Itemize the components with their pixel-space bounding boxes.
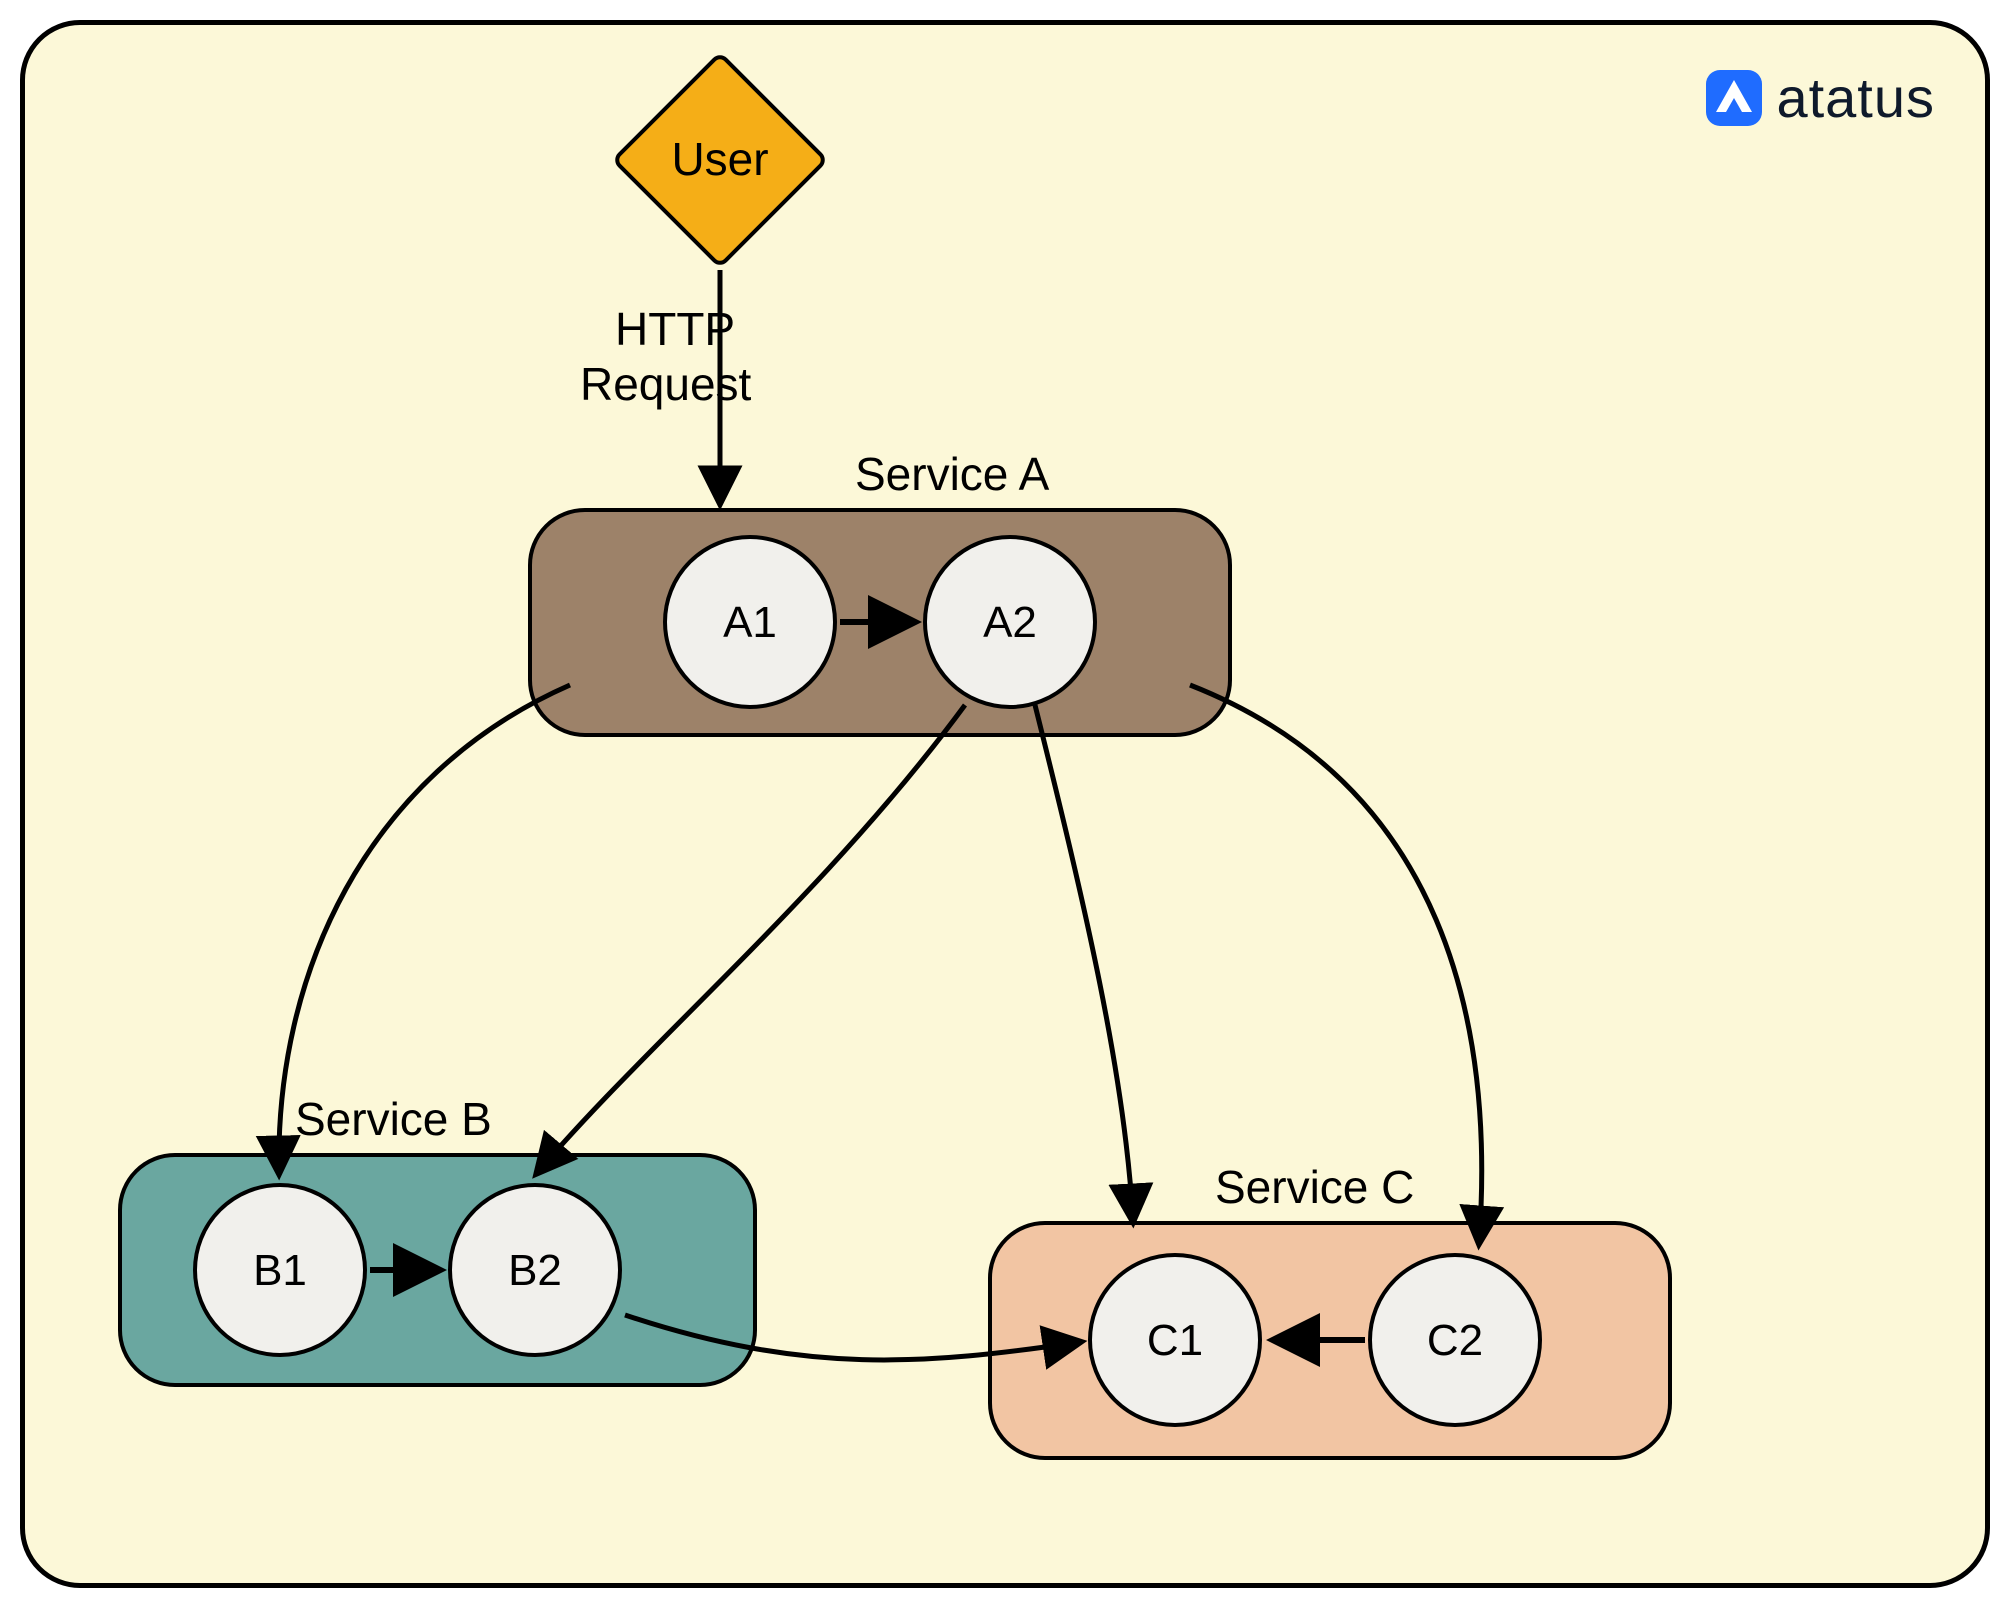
service-a-label: Service A xyxy=(855,448,1050,500)
pod-b1-label: B1 xyxy=(253,1246,307,1295)
edge-aright-to-c2 xyxy=(1190,685,1482,1243)
pod-a1-label: A1 xyxy=(723,598,777,647)
diagram-frame: atatus User HTTP Request Service A A1 A2 xyxy=(20,20,1990,1588)
pod-c1-label: C1 xyxy=(1147,1316,1203,1365)
service-c-label: Service C xyxy=(1215,1161,1414,1213)
diagram-canvas: User HTTP Request Service A A1 A2 Servic… xyxy=(25,25,1985,1583)
edge-a2-to-c1 xyxy=(1035,705,1133,1221)
edge-label-http-line1: HTTP xyxy=(615,303,735,355)
pod-c2-label: C2 xyxy=(1427,1316,1483,1365)
edge-a2-to-b2 xyxy=(537,705,965,1173)
edge-label-http-line2: Request xyxy=(580,358,752,410)
pod-a2-label: A2 xyxy=(983,598,1037,647)
user-label: User xyxy=(671,133,768,185)
user-node: User xyxy=(614,54,826,266)
pod-b2-label: B2 xyxy=(508,1246,562,1295)
service-b-label: Service B xyxy=(295,1093,492,1145)
